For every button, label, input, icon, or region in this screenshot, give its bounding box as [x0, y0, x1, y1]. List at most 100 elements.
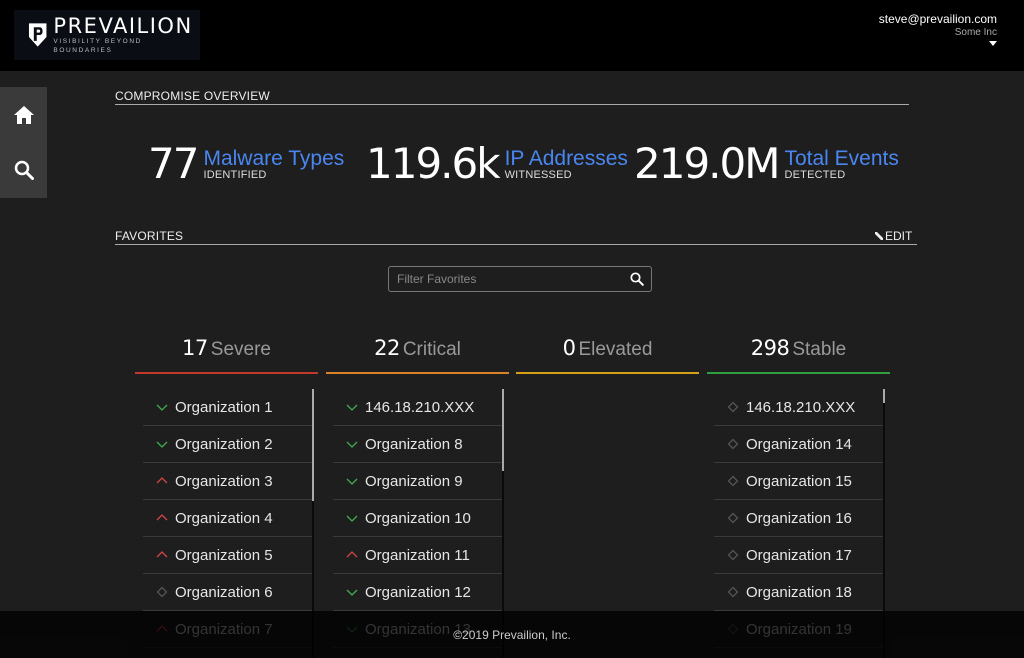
column-header-elevated[interactable]: 0 Elevated [516, 336, 699, 374]
favorite-item[interactable]: Organization 4 [143, 500, 314, 537]
stat-title: Total Events [784, 147, 899, 170]
stat-malware-types[interactable]: 77 Malware Types IDENTIFIED [148, 141, 344, 187]
trend-neutral-icon [155, 585, 169, 599]
favorite-item-label: Organization 5 [175, 546, 273, 564]
favorite-item-label: Organization 14 [746, 435, 852, 453]
edit-label: EDIT [885, 229, 913, 243]
stat-subtitle: WITNESSED [504, 169, 572, 181]
stat-subtitle: IDENTIFIED [203, 169, 267, 181]
overview-divider [115, 104, 909, 105]
favorite-item[interactable]: Organization 10 [333, 500, 504, 537]
column-label: Stable [792, 339, 847, 360]
favorite-item-label: 146.18.210.XXX [365, 398, 475, 416]
footer: ©2019 Prevailion, Inc. [0, 611, 1024, 658]
favorite-item[interactable]: 146.18.210.XXX [333, 389, 504, 426]
column-header-severe[interactable]: 17 Severe [135, 336, 318, 374]
favorite-item[interactable]: Organization 5 [143, 537, 314, 574]
column-header-stable[interactable]: 298 Stable [707, 336, 890, 374]
favorite-item[interactable]: Organization 18 [714, 574, 885, 611]
stat-total-events[interactable]: 219.0M Total Events DETECTED [634, 141, 899, 187]
column-label: Severe [210, 339, 271, 360]
favorite-item-label: Organization 2 [175, 435, 273, 453]
favorite-item-label: Organization 17 [746, 546, 852, 564]
favorite-item[interactable]: Organization 17 [714, 537, 885, 574]
favorite-item-label: Organization 9 [365, 472, 463, 490]
trend-neutral-icon [726, 400, 740, 414]
favorite-item-label: Organization 6 [175, 583, 273, 601]
chevron-down-icon[interactable] [989, 41, 997, 46]
trend-down-icon [155, 437, 169, 451]
filter-favorites-input[interactable] [389, 267, 619, 291]
stat-value: 77 [148, 139, 199, 188]
column-count: 17 [182, 336, 208, 360]
favorite-item[interactable]: Organization 8 [333, 426, 504, 463]
favorite-item[interactable]: 146.18.210.XXX [714, 389, 885, 426]
favorite-item[interactable]: Organization 14 [714, 426, 885, 463]
trend-up-icon [155, 548, 169, 562]
edit-favorites-button[interactable]: EDIT [874, 229, 912, 243]
shield-logo-icon [28, 23, 47, 47]
nav-search-button[interactable] [0, 142, 47, 197]
column-label: Elevated [578, 339, 653, 360]
stat-title: Malware Types [203, 147, 345, 170]
favorites-heading: FAVORITES [115, 229, 184, 243]
trend-down-icon [155, 400, 169, 414]
search-icon [14, 160, 34, 180]
stat-ip-addresses[interactable]: 119.6k IP Addresses WITNESSED [366, 141, 628, 187]
favorite-item[interactable]: Organization 11 [333, 537, 504, 574]
favorite-item-label: Organization 8 [365, 435, 463, 453]
favorite-item-label: Organization 4 [175, 509, 273, 527]
trend-up-icon [155, 474, 169, 488]
trend-up-icon [155, 511, 169, 525]
favorite-item-label: Organization 16 [746, 509, 852, 527]
trend-neutral-icon [726, 437, 740, 451]
column-label: Critical [402, 339, 461, 360]
column-count: 298 [750, 336, 790, 360]
favorite-item[interactable]: Organization 16 [714, 500, 885, 537]
stat-subtitle: DETECTED [784, 169, 846, 181]
trend-down-icon [345, 437, 359, 451]
trend-neutral-icon [726, 548, 740, 562]
favorite-item-label: 146.18.210.XXX [746, 398, 856, 416]
logo-text: PREVAILION VISIBILITY BEYOND BOUNDARIES [53, 15, 200, 55]
column-header-critical[interactable]: 22 Critical [326, 336, 509, 374]
brand-logo[interactable]: PREVAILION VISIBILITY BEYOND BOUNDARIES [14, 10, 200, 60]
brand-name: PREVAILION [53, 14, 193, 38]
stat-title: IP Addresses [504, 147, 628, 170]
favorites-divider [115, 244, 917, 245]
copyright-text: ©2019 Prevailion, Inc. [453, 627, 571, 642]
favorite-item[interactable]: Organization 6 [143, 574, 314, 611]
home-icon [13, 105, 34, 124]
column-count: 0 [562, 336, 576, 360]
favorite-item[interactable]: Organization 1 [143, 389, 314, 426]
trend-down-icon [345, 511, 359, 525]
user-email: steve@prevailion.com [878, 12, 997, 26]
filter-favorites-field[interactable] [388, 266, 652, 292]
favorite-item-label: Organization 1 [175, 398, 273, 416]
trend-neutral-icon [726, 474, 740, 488]
trend-down-icon [345, 474, 359, 488]
favorite-item[interactable]: Organization 15 [714, 463, 885, 500]
stat-value: 219.0M [634, 139, 780, 188]
favorite-item[interactable]: Organization 9 [333, 463, 504, 500]
favorite-item-label: Organization 11 [365, 546, 470, 564]
favorite-item-label: Organization 10 [365, 509, 471, 527]
favorite-item-label: Organization 3 [175, 472, 273, 490]
user-menu[interactable]: steve@prevailion.com Some Inc [879, 12, 997, 38]
trend-down-icon [345, 585, 359, 599]
favorite-item[interactable]: Organization 3 [143, 463, 314, 500]
trend-neutral-icon [726, 511, 740, 525]
brand-tagline: VISIBILITY BEYOND BOUNDARIES [53, 38, 142, 54]
severe-list: Organization 1 Organization 2 Organization… [143, 389, 314, 648]
trend-up-icon [345, 548, 359, 562]
nav-home-button[interactable] [0, 87, 47, 142]
search-icon[interactable] [630, 272, 644, 286]
favorite-item[interactable]: Organization 2 [143, 426, 314, 463]
column-count: 22 [374, 336, 400, 360]
critical-list: 146.18.210.XXX Organization 8 Organization… [333, 389, 504, 648]
favorite-item-label: Organization 15 [746, 472, 852, 490]
favorite-item-label: Organization 12 [365, 583, 471, 601]
trend-neutral-icon [726, 585, 740, 599]
user-org: Some Inc [954, 27, 997, 38]
favorite-item[interactable]: Organization 12 [333, 574, 504, 611]
